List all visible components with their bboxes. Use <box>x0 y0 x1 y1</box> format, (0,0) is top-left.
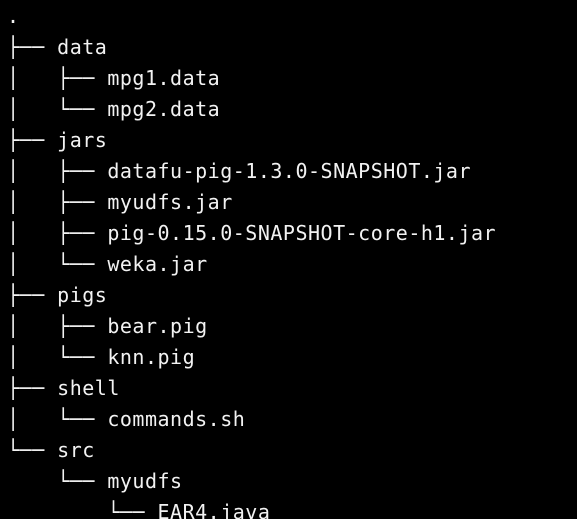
tree-branch: ├── <box>7 283 58 307</box>
tree-node-ear4-java: EAR4.java <box>157 500 271 519</box>
tree-node-knn-pig: knn.pig <box>107 345 196 369</box>
tree-line-pig-core-jar: │ ├── pig-0.15.0-SNAPSHOT-core-h1.jar <box>7 218 496 249</box>
directory-tree: . ├── data │ ├── mpg1.data │ └── mpg2.da… <box>7 1 496 519</box>
tree-line-mpg2: │ └── mpg2.data <box>7 94 496 125</box>
tree-branch: │ ├── <box>7 221 108 245</box>
tree-node-mpg1-file: mpg1.data <box>107 66 221 90</box>
tree-line-datafu-jar: │ ├── datafu-pig-1.3.0-SNAPSHOT.jar <box>7 156 496 187</box>
tree-branch: │ ├── <box>7 66 108 90</box>
tree-line-pigs: ├── pigs <box>7 280 496 311</box>
tree-line-myudfs-dir: └── myudfs <box>7 466 496 497</box>
tree-branch: ├── <box>7 376 58 400</box>
tree-node-shell-folder: shell <box>57 376 120 400</box>
tree-branch: └── <box>7 438 58 462</box>
tree-node-datafu-jar: datafu-pig-1.3.0-SNAPSHOT.jar <box>107 159 472 183</box>
tree-node-data-folder: data <box>57 35 108 59</box>
tree-line-commands-sh: │ └── commands.sh <box>7 404 496 435</box>
tree-branch: │ └── <box>7 97 108 121</box>
tree-node-src-folder: src <box>57 438 95 462</box>
tree-line-mpg1: │ ├── mpg1.data <box>7 63 496 94</box>
tree-node-myudfs-folder: myudfs <box>107 469 183 493</box>
tree-node-bear-pig: bear.pig <box>107 314 208 338</box>
terminal-window: . ├── data │ ├── mpg1.data │ └── mpg2.da… <box>0 0 577 519</box>
tree-branch: │ └── <box>7 252 108 276</box>
tree-branch: ├── <box>7 35 58 59</box>
tree-line-knn-pig: │ └── knn.pig <box>7 342 496 373</box>
tree-node-jars-folder: jars <box>57 128 108 152</box>
tree-branch: └── <box>7 469 108 493</box>
tree-branch: │ ├── <box>7 314 108 338</box>
tree-line-root: . <box>7 1 496 32</box>
tree-line-jars: ├── jars <box>7 125 496 156</box>
tree-branch: │ └── <box>7 345 108 369</box>
tree-node-pig-core-jar: pig-0.15.0-SNAPSHOT-core-h1.jar <box>107 221 497 245</box>
tree-node-commands-sh: commands.sh <box>107 407 246 431</box>
tree-node-weka-jar: weka.jar <box>107 252 208 276</box>
tree-line-ear4-java: └── EAR4.java <box>7 497 496 519</box>
tree-line-myudfs-jar: │ ├── myudfs.jar <box>7 187 496 218</box>
tree-line-shell: ├── shell <box>7 373 496 404</box>
tree-branch: ├── <box>7 128 58 152</box>
tree-branch: │ ├── <box>7 190 108 214</box>
tree-line-weka-jar: │ └── weka.jar <box>7 249 496 280</box>
tree-branch: │ └── <box>7 407 108 431</box>
tree-node-root: . <box>7 4 20 28</box>
tree-branch: └── <box>7 500 158 519</box>
tree-line-data: ├── data <box>7 32 496 63</box>
tree-node-mpg2-file: mpg2.data <box>107 97 221 121</box>
tree-line-src: └── src <box>7 435 496 466</box>
tree-branch: │ ├── <box>7 159 108 183</box>
tree-node-myudfs-jar: myudfs.jar <box>107 190 233 214</box>
tree-line-bear-pig: │ ├── bear.pig <box>7 311 496 342</box>
tree-node-pigs-folder: pigs <box>57 283 108 307</box>
